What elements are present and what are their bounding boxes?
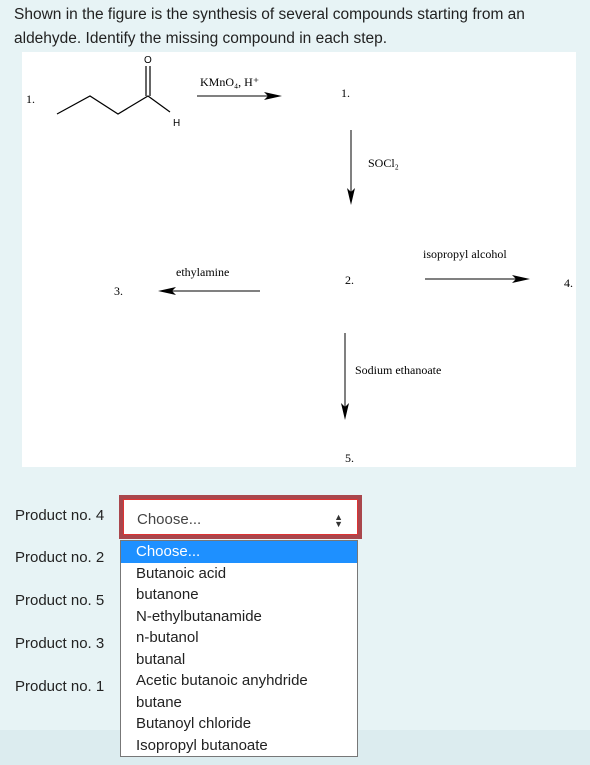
svg-text:1.: 1. [341, 86, 350, 100]
option[interactable]: butane [121, 692, 357, 714]
svg-text:4.: 4. [564, 276, 573, 290]
reagent-ethylamine: ethylamine [176, 265, 229, 279]
option[interactable]: N-ethylbutanamide [121, 606, 357, 628]
select-arrows-icon: ▲ ▼ [334, 512, 343, 529]
option[interactable]: butanal [121, 649, 357, 671]
label-1-start: 1. [26, 92, 35, 106]
question-text: Shown in the figure is the synthesis of … [14, 6, 525, 47]
svg-text:5.: 5. [345, 451, 354, 465]
svg-text:H: H [173, 118, 180, 129]
select-value: Choose... [137, 511, 202, 528]
reagent-isopropyl: isopropyl alcohol [423, 247, 507, 261]
option[interactable]: n-butanol [121, 627, 357, 649]
product-label-4: Product no. 4 [15, 507, 105, 524]
reagent-kmno4: KMnO₄, H⁺ [200, 75, 259, 89]
product-label-5: Product no. 5 [15, 592, 105, 609]
option[interactable]: butanone [121, 584, 357, 606]
product-label-2: Product no. 2 [15, 549, 105, 566]
reaction-figure: 1. O H KMnO₄, H⁺ 1. SOCl₂ 2. ethylamine … [22, 52, 576, 467]
option-choose[interactable]: Choose... [121, 541, 357, 563]
reagent-sodium-ethanoate: Sodium ethanoate [355, 363, 441, 377]
option[interactable]: Isopropyl butanoate [121, 735, 357, 757]
dropdown-list[interactable]: Choose... Butanoic acid butanone N-ethyl… [120, 540, 358, 757]
product-4-select[interactable]: Choose... ▲ ▼ [119, 495, 362, 539]
option[interactable]: Acetic butanoic anyhdride [121, 670, 357, 692]
reagent-socl2: SOCl₂ [368, 156, 399, 170]
svg-text:3.: 3. [114, 284, 123, 298]
product-label-3: Product no. 3 [15, 635, 105, 652]
svg-text:2.: 2. [345, 273, 354, 287]
product-label-1: Product no. 1 [15, 678, 105, 695]
option[interactable]: Butanoic acid [121, 563, 357, 585]
svg-text:O: O [144, 55, 152, 66]
butanal-structure [56, 95, 171, 115]
option[interactable]: Butanoyl chloride [121, 713, 357, 735]
